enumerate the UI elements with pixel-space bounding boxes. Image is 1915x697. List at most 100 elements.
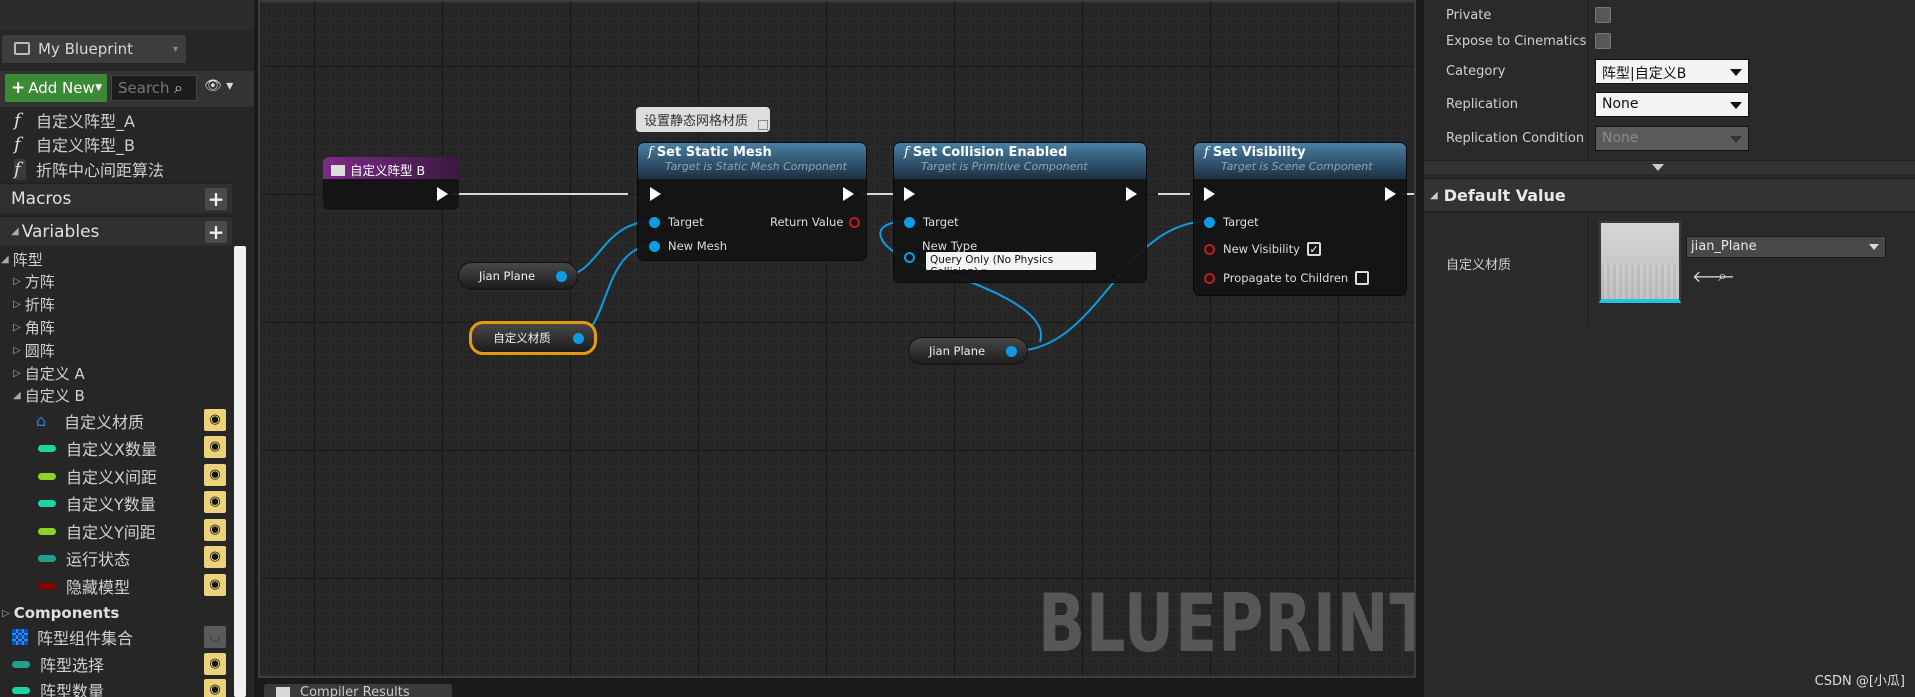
exec-out-pin[interactable] xyxy=(843,187,854,201)
pin-label: Target xyxy=(668,215,704,229)
event-graph[interactable]: 设置静态网格材质 自定义阵型 B f Set Static Mesh Target… xyxy=(258,0,1416,678)
exec-in-pin[interactable] xyxy=(1204,187,1215,201)
visibility-eye-icon[interactable]: ◉ xyxy=(204,546,226,568)
view-options-icon[interactable]: 👁 ▾ xyxy=(204,78,233,94)
add-macro-button[interactable]: + xyxy=(205,188,227,210)
variable-item[interactable]: ⌂ 自定义材质 ◉ xyxy=(36,408,226,434)
variable-item[interactable]: 自定义Y数量 ◉ xyxy=(36,490,226,516)
macros-section[interactable]: Macros + xyxy=(0,183,232,213)
node-title-text: Set Visibility xyxy=(1212,145,1306,160)
visibility-eye-icon[interactable]: ◉ xyxy=(204,653,226,675)
visibility-eye-icon[interactable]: ◉ xyxy=(204,574,226,596)
component-item[interactable]: 阵型选择 ◉ xyxy=(12,651,226,677)
visibility-eye-icon[interactable]: ◉ xyxy=(204,436,226,458)
private-checkbox[interactable] xyxy=(1595,7,1611,23)
default-value-title: Default Value xyxy=(1443,185,1566,205)
component-item[interactable]: 阵型组件集合 ◡ xyxy=(12,624,226,650)
search-icon: ⌕ xyxy=(174,78,183,97)
variable-item[interactable]: 自定义X间距 ◉ xyxy=(36,463,226,489)
asset-picker[interactable]: jian_Plane xyxy=(1686,236,1886,258)
custom-event-node[interactable]: 自定义阵型 B xyxy=(323,157,459,210)
node-title-text: Set Collision Enabled xyxy=(912,145,1068,160)
tab-close-icon[interactable]: ▾ xyxy=(173,44,178,55)
tab-compiler-results[interactable]: Compiler Results xyxy=(264,684,452,697)
category-item[interactable]: ▷ 圆阵 xyxy=(13,339,55,361)
collapse-arrow-icon[interactable]: ◢ xyxy=(11,226,19,237)
variable-item[interactable]: 隐藏模型 ◉ xyxy=(36,573,226,599)
tab-label: Compiler Results xyxy=(300,685,410,697)
visibility-eye-icon[interactable]: ◡ xyxy=(204,626,226,648)
new-mesh-pin[interactable]: New Mesh xyxy=(649,239,727,253)
node-header: f Set Visibility Target is Scene Componen… xyxy=(1194,143,1406,179)
comment-text: 设置静态网格材质 xyxy=(644,114,749,129)
new-visibility-pin[interactable]: New Visibility ✓ xyxy=(1204,242,1321,256)
replication-condition-label: Replication Condition xyxy=(1446,131,1585,146)
target-pin[interactable]: Target xyxy=(1204,215,1259,229)
variable-item[interactable]: 运行状态 ◉ xyxy=(36,545,226,571)
set-collision-enabled-node[interactable]: f Set Collision Enabled Target is Primiti… xyxy=(894,143,1146,282)
exec-in-pin[interactable] xyxy=(650,187,661,201)
default-value-header[interactable]: ◢ Default Value xyxy=(1424,178,1915,212)
jian-plane-getter[interactable]: Jian Plane xyxy=(908,337,1028,365)
jian-plane-getter[interactable]: Jian Plane xyxy=(458,262,578,290)
return-value-pin[interactable]: Return Value xyxy=(770,215,861,229)
category-item[interactable]: ▷ 角阵 xyxy=(13,316,55,338)
comment-resize-icon[interactable] xyxy=(758,120,768,130)
scrollbar[interactable] xyxy=(234,246,246,697)
visibility-eye-icon[interactable]: ◉ xyxy=(204,409,226,431)
propagate-pin[interactable]: Propagate to Children xyxy=(1204,271,1370,285)
add-new-button[interactable]: + Add New ▼ xyxy=(5,74,107,102)
components-section[interactable]: ▷ Components xyxy=(0,600,232,626)
variables-section[interactable]: ◢ Variables + xyxy=(0,216,232,246)
advanced-expander[interactable] xyxy=(1424,160,1915,174)
exec-out-pin[interactable] xyxy=(1126,187,1137,201)
category-item[interactable]: ▷ 自定义 A xyxy=(13,362,85,384)
event-title: 自定义阵型 B xyxy=(350,163,426,178)
variable-item[interactable]: 自定义Y间距 ◉ xyxy=(36,518,226,544)
function-item[interactable]: f 自定义阵型_B xyxy=(14,132,135,156)
exec-in-pin[interactable] xyxy=(904,187,915,201)
expose-to-cinematics-checkbox[interactable] xyxy=(1595,33,1611,49)
target-pin[interactable]: Target xyxy=(904,215,959,229)
category-item[interactable]: ▷ 折阵 xyxy=(13,293,55,315)
blueprint-watermark: BLUEPRINT xyxy=(1038,577,1416,670)
thumbnail-floor xyxy=(1601,265,1679,299)
category-root[interactable]: ◢ 阵型 xyxy=(1,248,43,270)
add-variable-button[interactable]: + xyxy=(205,221,227,243)
visibility-eye-icon[interactable]: ◉ xyxy=(204,679,226,697)
set-visibility-node[interactable]: f Set Visibility Target is Scene Componen… xyxy=(1194,143,1406,295)
material-getter-selected[interactable]: 自定义材质 xyxy=(469,321,597,355)
set-static-mesh-node[interactable]: f Set Static Mesh Target is Static Mesh C… xyxy=(638,143,866,260)
exec-out-pin[interactable] xyxy=(1385,187,1396,201)
target-pin[interactable]: Target xyxy=(649,215,704,229)
comment-bubble[interactable]: 设置静态网格材质 xyxy=(636,107,770,132)
new-type-pin[interactable]: New Type xyxy=(922,239,977,253)
browse-search-icon[interactable]: ⌕ xyxy=(1718,266,1727,286)
new-visibility-checkbox[interactable]: ✓ xyxy=(1306,242,1321,256)
replication-combo[interactable]: None xyxy=(1595,92,1749,117)
use-selected-arrow-icon[interactable]: 🡐 xyxy=(1692,266,1735,286)
new-type-dropdown[interactable]: Query Only (No Physics Collision) ▾ xyxy=(926,252,1096,278)
exec-out-pin[interactable] xyxy=(437,187,448,201)
visibility-eye-icon[interactable]: ◉ xyxy=(204,464,226,486)
pin-label: Propagate to Children xyxy=(1223,271,1349,285)
category-label: Category xyxy=(1446,64,1506,79)
search-input[interactable]: Search ⌕ xyxy=(111,75,197,101)
enum-pin-dot[interactable] xyxy=(904,252,915,263)
function-item[interactable]: f 自定义阵型_A xyxy=(14,108,135,132)
variables-label: Variables xyxy=(21,221,100,242)
component-item[interactable]: 阵型数量 ◉ xyxy=(12,677,226,697)
int-type-icon xyxy=(38,444,56,452)
category-combo[interactable]: 阵型|自定义B xyxy=(1595,59,1749,84)
category-item[interactable]: ▷ 方阵 xyxy=(13,270,55,292)
propagate-checkbox[interactable] xyxy=(1355,271,1370,285)
variable-item[interactable]: 自定义X数量 ◉ xyxy=(36,435,226,461)
component-label: 阵型数量 xyxy=(40,682,105,697)
float-type-icon xyxy=(38,472,56,480)
function-item[interactable]: f 折阵中心间距算法 xyxy=(14,157,164,181)
material-thumbnail[interactable] xyxy=(1599,221,1681,303)
visibility-eye-icon[interactable]: ◉ xyxy=(204,491,226,513)
visibility-eye-icon[interactable]: ◉ xyxy=(204,519,226,541)
category-item[interactable]: ◢ 自定义 B xyxy=(13,384,85,406)
tab-my-blueprint[interactable]: My Blueprint ▾ xyxy=(2,35,186,63)
